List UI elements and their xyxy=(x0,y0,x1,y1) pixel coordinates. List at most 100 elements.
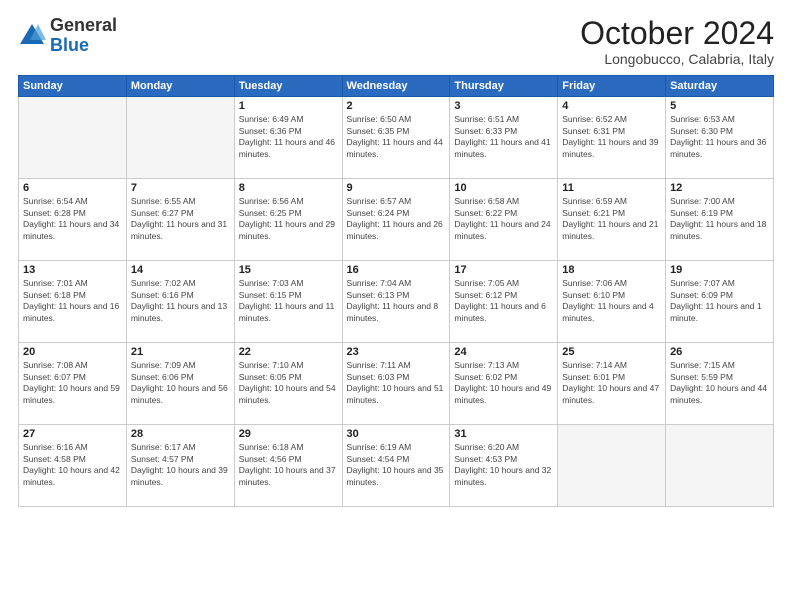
calendar-header: SundayMondayTuesdayWednesdayThursdayFrid… xyxy=(19,76,774,97)
calendar-cell: 9 Sunrise: 6:57 AM Sunset: 6:24 PM Daylig… xyxy=(342,179,450,261)
day-number: 12 xyxy=(670,182,769,194)
calendar-week-row: 20 Sunrise: 7:08 AM Sunset: 6:07 PM Dayli… xyxy=(19,343,774,425)
day-info: Sunrise: 7:15 AM Sunset: 5:59 PM Dayligh… xyxy=(670,360,769,406)
day-number: 29 xyxy=(239,428,338,440)
calendar-cell: 13 Sunrise: 7:01 AM Sunset: 6:18 PM Dayli… xyxy=(19,261,127,343)
calendar-cell xyxy=(558,425,666,507)
day-info: Sunrise: 7:05 AM Sunset: 6:12 PM Dayligh… xyxy=(454,278,553,324)
day-number: 26 xyxy=(670,346,769,358)
day-info: Sunrise: 7:00 AM Sunset: 6:19 PM Dayligh… xyxy=(670,196,769,242)
calendar-week-row: 6 Sunrise: 6:54 AM Sunset: 6:28 PM Daylig… xyxy=(19,179,774,261)
calendar-cell: 16Sunrise: 7:04 AM Sunset: 6:13 PM Dayli… xyxy=(342,261,450,343)
day-number: 28 xyxy=(131,428,230,440)
calendar-cell: 23Sunrise: 7:11 AM Sunset: 6:03 PM Dayli… xyxy=(342,343,450,425)
day-info: Sunrise: 7:01 AM Sunset: 6:18 PM Dayligh… xyxy=(23,278,122,324)
calendar-cell: 14Sunrise: 7:02 AM Sunset: 6:16 PM Dayli… xyxy=(126,261,234,343)
day-header: Sunday xyxy=(19,76,127,97)
calendar-cell: 2 Sunrise: 6:50 AM Sunset: 6:35 PM Daylig… xyxy=(342,97,450,179)
calendar-cell: 21Sunrise: 7:09 AM Sunset: 6:06 PM Dayli… xyxy=(126,343,234,425)
day-info: Sunrise: 7:08 AM Sunset: 6:07 PM Dayligh… xyxy=(23,360,122,406)
day-info: Sunrise: 6:56 AM Sunset: 6:25 PM Dayligh… xyxy=(239,196,338,242)
calendar: SundayMondayTuesdayWednesdayThursdayFrid… xyxy=(18,75,774,507)
day-number: 27 xyxy=(23,428,122,440)
day-header: Monday xyxy=(126,76,234,97)
calendar-cell: 7Sunrise: 6:55 AM Sunset: 6:27 PM Daylig… xyxy=(126,179,234,261)
day-number: 15 xyxy=(239,264,338,276)
calendar-cell: 8Sunrise: 6:56 AM Sunset: 6:25 PM Daylig… xyxy=(234,179,342,261)
day-header: Thursday xyxy=(450,76,558,97)
day-info: Sunrise: 6:19 AM Sunset: 4:54 PM Dayligh… xyxy=(347,442,446,488)
calendar-cell: 22Sunrise: 7:10 AM Sunset: 6:05 PM Dayli… xyxy=(234,343,342,425)
calendar-cell: 10 Sunrise: 6:58 AM Sunset: 6:22 PM Dayli… xyxy=(450,179,558,261)
day-number: 30 xyxy=(347,428,446,440)
day-number: 22 xyxy=(239,346,338,358)
calendar-cell xyxy=(666,425,774,507)
page: General Blue October 2024 Longobucco, Ca… xyxy=(0,0,792,612)
day-number: 7 xyxy=(131,182,230,194)
day-header: Wednesday xyxy=(342,76,450,97)
day-info: Sunrise: 6:20 AM Sunset: 4:53 PM Dayligh… xyxy=(454,442,553,488)
calendar-cell: 17Sunrise: 7:05 AM Sunset: 6:12 PM Dayli… xyxy=(450,261,558,343)
calendar-cell xyxy=(126,97,234,179)
calendar-cell: 15 Sunrise: 7:03 AM Sunset: 6:15 PM Dayli… xyxy=(234,261,342,343)
day-info: Sunrise: 7:11 AM Sunset: 6:03 PM Dayligh… xyxy=(347,360,446,406)
calendar-cell: 31Sunrise: 6:20 AM Sunset: 4:53 PM Dayli… xyxy=(450,425,558,507)
day-info: Sunrise: 7:13 AM Sunset: 6:02 PM Dayligh… xyxy=(454,360,553,406)
day-number: 24 xyxy=(454,346,553,358)
day-info: Sunrise: 6:51 AM Sunset: 6:33 PM Dayligh… xyxy=(454,114,553,160)
day-number: 19 xyxy=(670,264,769,276)
day-number: 18 xyxy=(562,264,661,276)
calendar-cell: 5 Sunrise: 6:53 AM Sunset: 6:30 PM Daylig… xyxy=(666,97,774,179)
day-info: Sunrise: 6:58 AM Sunset: 6:22 PM Dayligh… xyxy=(454,196,553,242)
calendar-cell: 4Sunrise: 6:52 AM Sunset: 6:31 PM Daylig… xyxy=(558,97,666,179)
calendar-cell: 3Sunrise: 6:51 AM Sunset: 6:33 PM Daylig… xyxy=(450,97,558,179)
logo-text: General Blue xyxy=(50,16,117,56)
day-info: Sunrise: 7:02 AM Sunset: 6:16 PM Dayligh… xyxy=(131,278,230,324)
day-number: 5 xyxy=(670,100,769,112)
day-number: 6 xyxy=(23,182,122,194)
calendar-cell: 27Sunrise: 6:16 AM Sunset: 4:58 PM Dayli… xyxy=(19,425,127,507)
day-info: Sunrise: 6:18 AM Sunset: 4:56 PM Dayligh… xyxy=(239,442,338,488)
day-info: Sunrise: 6:53 AM Sunset: 6:30 PM Dayligh… xyxy=(670,114,769,160)
month-title: October 2024 xyxy=(580,16,774,51)
day-info: Sunrise: 7:14 AM Sunset: 6:01 PM Dayligh… xyxy=(562,360,661,406)
logo-blue: Blue xyxy=(50,36,117,56)
day-info: Sunrise: 6:54 AM Sunset: 6:28 PM Dayligh… xyxy=(23,196,122,242)
day-header: Tuesday xyxy=(234,76,342,97)
day-info: Sunrise: 6:49 AM Sunset: 6:36 PM Dayligh… xyxy=(239,114,338,160)
day-info: Sunrise: 7:03 AM Sunset: 6:15 PM Dayligh… xyxy=(239,278,338,324)
title-block: October 2024 Longobucco, Calabria, Italy xyxy=(580,16,774,67)
day-number: 20 xyxy=(23,346,122,358)
calendar-week-row: 27Sunrise: 6:16 AM Sunset: 4:58 PM Dayli… xyxy=(19,425,774,507)
calendar-cell: 11 Sunrise: 6:59 AM Sunset: 6:21 PM Dayli… xyxy=(558,179,666,261)
day-info: Sunrise: 7:09 AM Sunset: 6:06 PM Dayligh… xyxy=(131,360,230,406)
header: General Blue October 2024 Longobucco, Ca… xyxy=(18,16,774,67)
calendar-week-row: 13 Sunrise: 7:01 AM Sunset: 6:18 PM Dayli… xyxy=(19,261,774,343)
calendar-cell: 28Sunrise: 6:17 AM Sunset: 4:57 PM Dayli… xyxy=(126,425,234,507)
day-number: 13 xyxy=(23,264,122,276)
calendar-body: 1 Sunrise: 6:49 AM Sunset: 6:36 PM Daylig… xyxy=(19,97,774,507)
calendar-cell: 24 Sunrise: 7:13 AM Sunset: 6:02 PM Dayli… xyxy=(450,343,558,425)
day-header: Saturday xyxy=(666,76,774,97)
calendar-cell: 29 Sunrise: 6:18 AM Sunset: 4:56 PM Dayli… xyxy=(234,425,342,507)
day-number: 11 xyxy=(562,182,661,194)
calendar-cell: 18 Sunrise: 7:06 AM Sunset: 6:10 PM Dayli… xyxy=(558,261,666,343)
day-number: 10 xyxy=(454,182,553,194)
day-info: Sunrise: 6:59 AM Sunset: 6:21 PM Dayligh… xyxy=(562,196,661,242)
day-number: 9 xyxy=(347,182,446,194)
day-info: Sunrise: 6:57 AM Sunset: 6:24 PM Dayligh… xyxy=(347,196,446,242)
calendar-week-row: 1 Sunrise: 6:49 AM Sunset: 6:36 PM Daylig… xyxy=(19,97,774,179)
calendar-cell xyxy=(19,97,127,179)
day-info: Sunrise: 7:06 AM Sunset: 6:10 PM Dayligh… xyxy=(562,278,661,324)
calendar-cell: 20 Sunrise: 7:08 AM Sunset: 6:07 PM Dayli… xyxy=(19,343,127,425)
calendar-cell: 1 Sunrise: 6:49 AM Sunset: 6:36 PM Daylig… xyxy=(234,97,342,179)
day-info: Sunrise: 7:07 AM Sunset: 6:09 PM Dayligh… xyxy=(670,278,769,324)
day-info: Sunrise: 7:04 AM Sunset: 6:13 PM Dayligh… xyxy=(347,278,446,324)
calendar-cell: 26 Sunrise: 7:15 AM Sunset: 5:59 PM Dayli… xyxy=(666,343,774,425)
day-info: Sunrise: 6:50 AM Sunset: 6:35 PM Dayligh… xyxy=(347,114,446,160)
logo-icon xyxy=(18,22,46,50)
day-number: 2 xyxy=(347,100,446,112)
calendar-cell: 19 Sunrise: 7:07 AM Sunset: 6:09 PM Dayli… xyxy=(666,261,774,343)
calendar-cell: 30 Sunrise: 6:19 AM Sunset: 4:54 PM Dayli… xyxy=(342,425,450,507)
day-number: 1 xyxy=(239,100,338,112)
